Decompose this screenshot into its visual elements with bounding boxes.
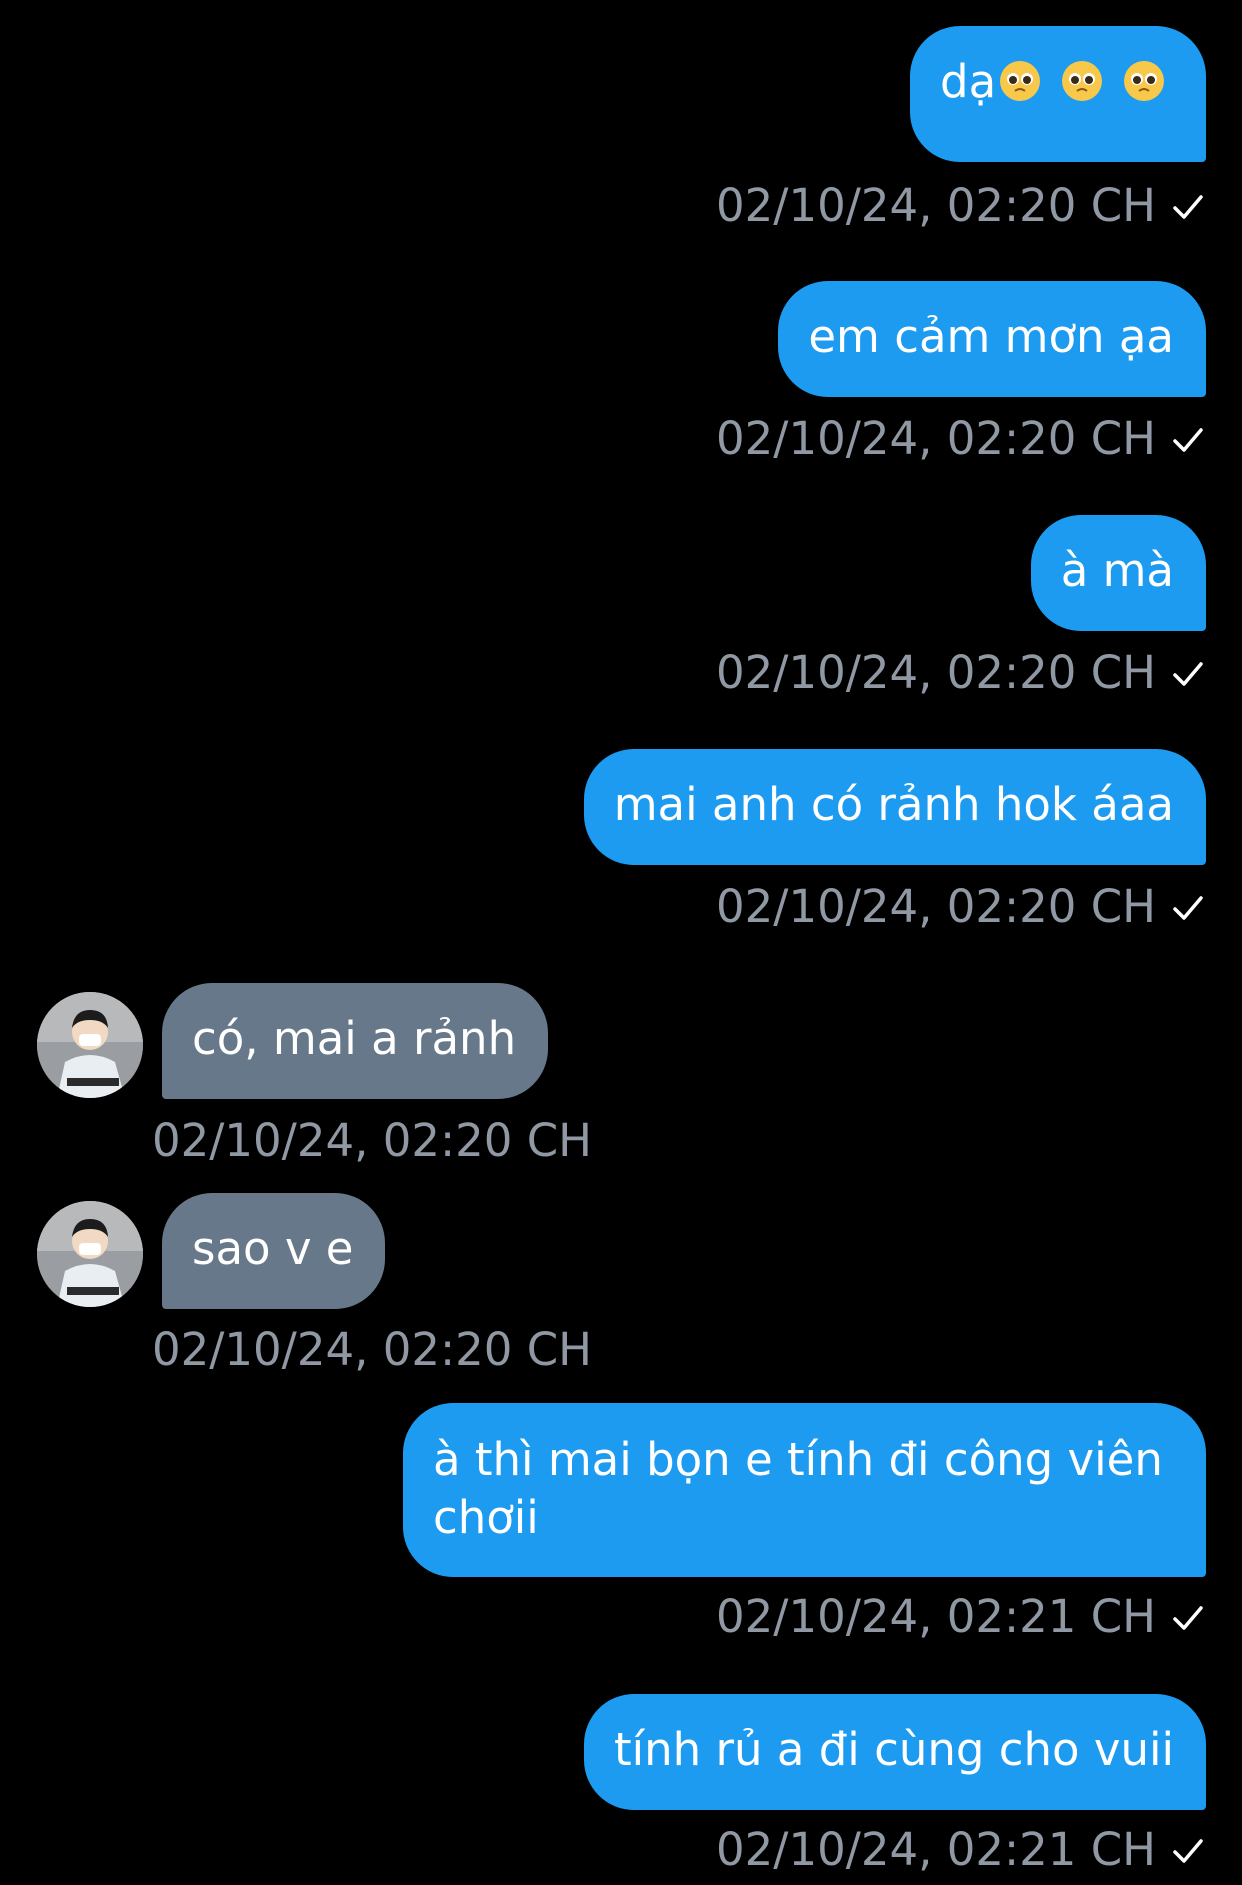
pleading-face-icon — [1062, 61, 1103, 101]
message-timestamp: 02/10/24, 02:20 CH — [716, 645, 1206, 701]
pleading-face-icon — [1000, 61, 1041, 101]
contact-avatar[interactable] — [37, 992, 143, 1098]
message-bubble-incoming[interactable]: sao v e — [162, 1193, 386, 1309]
message-text: à thì mai bọn e tính đi công viên chơii — [433, 1433, 1163, 1544]
avatar-photo-icon — [37, 1201, 143, 1307]
message-text: mai anh có rảnh hok áaa — [613, 778, 1174, 831]
message-timestamp: 02/10/24, 02:20 CH — [716, 178, 1206, 234]
sent-check-icon — [1173, 896, 1203, 920]
message-bubble-outgoing[interactable]: à thì mai bọn e tính đi công viên chơii — [403, 1403, 1206, 1577]
message-bubble-outgoing[interactable]: à mà — [1030, 515, 1206, 631]
avatar-photo-icon — [37, 992, 143, 1098]
message-bubble-outgoing[interactable]: mai anh có rảnh hok áaa — [583, 749, 1206, 865]
sent-check-icon — [1173, 662, 1203, 686]
message-bubble-outgoing[interactable]: tính rủ a đi cùng cho vuii — [584, 1694, 1206, 1810]
message-timestamp: 02/10/24, 02:20 CH — [152, 1323, 592, 1376]
message-text: à mà — [1060, 544, 1174, 597]
contact-avatar[interactable] — [37, 1201, 143, 1307]
sent-check-icon — [1173, 195, 1203, 219]
message-bubble-incoming[interactable]: có, mai a rảnh — [162, 983, 549, 1099]
sent-check-icon — [1173, 428, 1203, 452]
pleading-face-icon — [1124, 61, 1165, 101]
message-text: sao v e — [192, 1222, 354, 1275]
message-text: em cảm mơn ạa — [808, 310, 1174, 363]
message-bubble-outgoing[interactable]: dạ — [910, 26, 1206, 162]
message-timestamp: 02/10/24, 02:20 CH — [716, 411, 1206, 467]
message-timestamp: 02/10/24, 02:20 CH — [152, 1114, 592, 1167]
message-timestamp: 02/10/24, 02:20 CH — [716, 879, 1206, 935]
message-timestamp: 02/10/24, 02:21 CH — [716, 1589, 1206, 1645]
sent-check-icon — [1173, 1839, 1203, 1863]
message-text: dạ — [940, 55, 997, 108]
message-bubble-outgoing[interactable]: em cảm mơn ạa — [778, 281, 1206, 397]
message-text: tính rủ a đi cùng cho vuii — [614, 1723, 1174, 1776]
message-timestamp: 02/10/24, 02:21 CH — [716, 1822, 1206, 1878]
message-text: có, mai a rảnh — [192, 1012, 517, 1065]
sent-check-icon — [1173, 1606, 1203, 1630]
